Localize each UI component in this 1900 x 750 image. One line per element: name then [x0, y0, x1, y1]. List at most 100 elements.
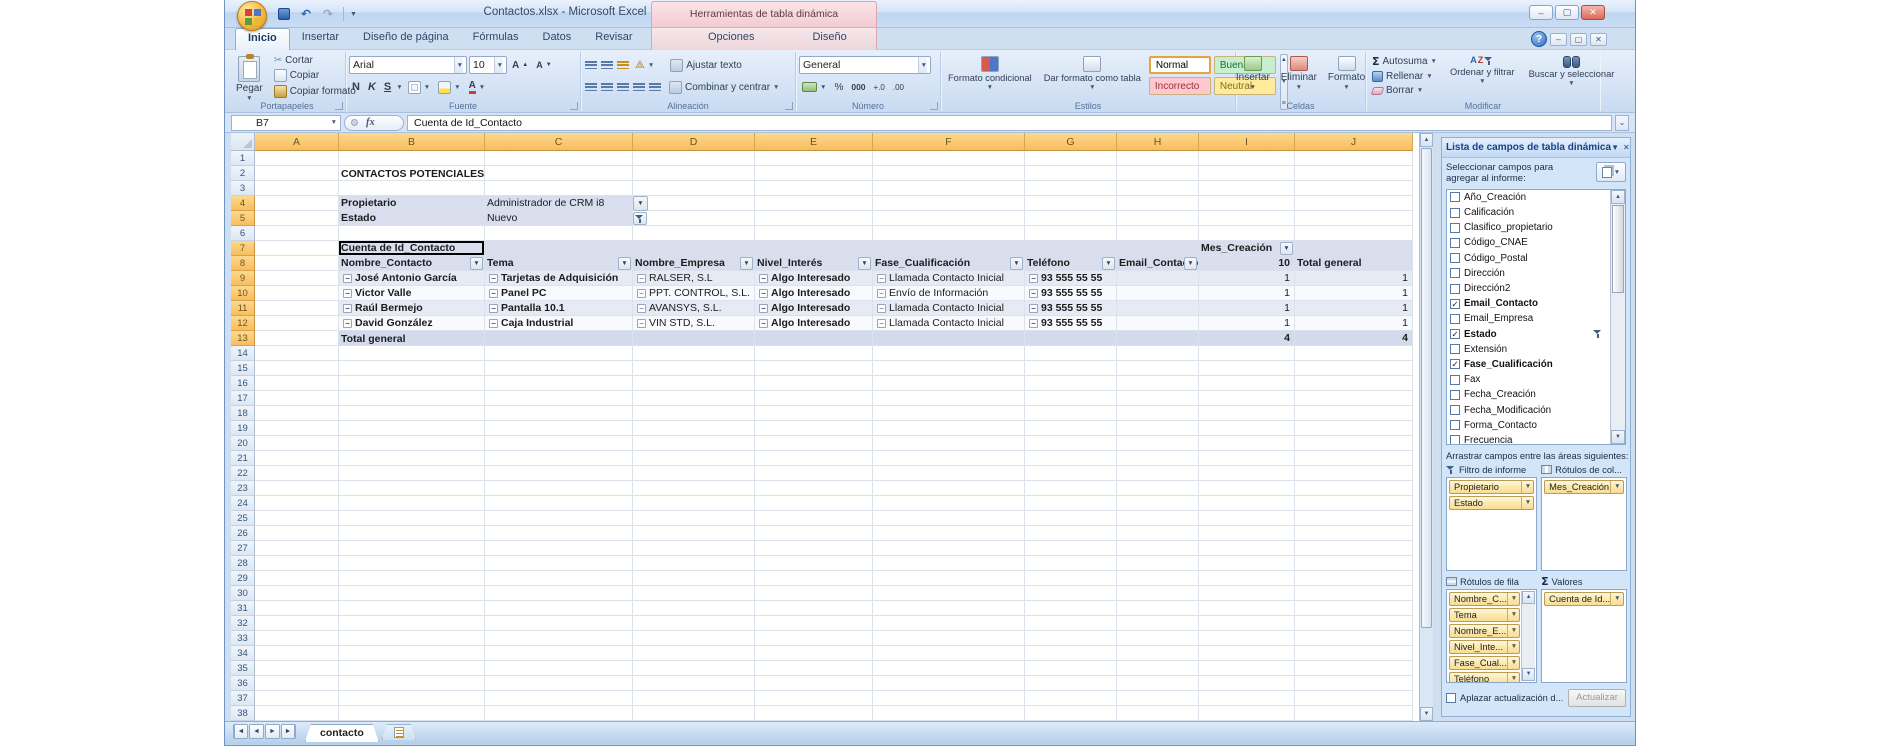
cell[interactable]: [1295, 151, 1413, 166]
cell[interactable]: [255, 541, 339, 556]
pill-dropdown-icon[interactable]: ▼: [1610, 593, 1620, 605]
pivot-data-cell[interactable]: [1117, 301, 1199, 316]
cell[interactable]: [485, 151, 633, 166]
cell[interactable]: [873, 421, 1025, 436]
accounting-format-button[interactable]: ▼: [799, 81, 829, 93]
row-header[interactable]: 6: [231, 226, 255, 241]
cell[interactable]: [873, 706, 1025, 721]
cell[interactable]: [633, 346, 755, 361]
cell[interactable]: [1025, 211, 1117, 226]
cell[interactable]: [255, 691, 339, 706]
cell[interactable]: [339, 676, 485, 691]
scroll-thumb[interactable]: [1421, 148, 1432, 628]
pivot-data-cell[interactable]: −Envío de Información: [873, 286, 1025, 301]
cell[interactable]: [255, 526, 339, 541]
percent-button[interactable]: %: [831, 81, 846, 94]
pivot-data-cell[interactable]: −RALSER, S.L: [633, 271, 755, 286]
cell[interactable]: [1025, 616, 1117, 631]
cell[interactable]: [633, 331, 755, 346]
field-list-item[interactable]: Dirección2: [1447, 281, 1625, 296]
cell[interactable]: [255, 181, 339, 196]
cell[interactable]: [255, 601, 339, 616]
cell[interactable]: [255, 376, 339, 391]
cell[interactable]: [255, 151, 339, 166]
cell[interactable]: [1117, 706, 1199, 721]
cell[interactable]: [1295, 241, 1413, 256]
cell[interactable]: [755, 421, 873, 436]
cell[interactable]: [1199, 436, 1295, 451]
fill-color-button[interactable]: ▼: [435, 80, 463, 95]
cell[interactable]: [339, 571, 485, 586]
cell[interactable]: [873, 526, 1025, 541]
total-general-cell[interactable]: Total general: [339, 331, 485, 346]
cell[interactable]: [1199, 616, 1295, 631]
ribbon-tab[interactable]: Insertar: [290, 28, 351, 50]
cell[interactable]: [633, 571, 755, 586]
pivot-data-cell[interactable]: −Algo Interesado: [755, 301, 873, 316]
cell[interactable]: [1295, 226, 1413, 241]
cell[interactable]: [339, 526, 485, 541]
cell[interactable]: [1199, 406, 1295, 421]
field-pill[interactable]: Nivel_Inte...▼: [1449, 640, 1520, 654]
cell[interactable]: [255, 226, 339, 241]
clear-button[interactable]: Borrar▼: [1369, 84, 1440, 97]
cell[interactable]: [873, 361, 1025, 376]
qat-customize-icon[interactable]: ▼: [350, 11, 357, 18]
cell[interactable]: [1295, 706, 1413, 721]
cell[interactable]: [339, 421, 485, 436]
cell[interactable]: [755, 196, 873, 211]
pivot-value-cell[interactable]: 1: [1199, 316, 1295, 331]
cell[interactable]: [255, 391, 339, 406]
column-header[interactable]: F: [873, 133, 1025, 151]
decrease-decimal-button[interactable]: .00: [890, 82, 907, 93]
cell[interactable]: [873, 226, 1025, 241]
cell[interactable]: [755, 706, 873, 721]
cell[interactable]: [1295, 496, 1413, 511]
cell[interactable]: [255, 346, 339, 361]
cell[interactable]: [1117, 166, 1199, 181]
cell[interactable]: [1025, 361, 1117, 376]
cell[interactable]: [1025, 526, 1117, 541]
cell[interactable]: [255, 316, 339, 331]
cell[interactable]: [1199, 421, 1295, 436]
cell[interactable]: [633, 706, 755, 721]
cell[interactable]: [1117, 631, 1199, 646]
pane-menu-icon[interactable]: ▼: [1611, 143, 1619, 152]
cell[interactable]: [339, 151, 485, 166]
cell[interactable]: [633, 526, 755, 541]
cell[interactable]: [1199, 466, 1295, 481]
cell[interactable]: [255, 661, 339, 676]
italic-button[interactable]: K: [365, 80, 379, 94]
cell[interactable]: [873, 511, 1025, 526]
pivot-header-cell[interactable]: 10: [1199, 256, 1295, 271]
cell[interactable]: [755, 241, 873, 256]
cell[interactable]: [1199, 511, 1295, 526]
field-list-item[interactable]: ✓Fase_Cualificación: [1447, 357, 1625, 372]
cell[interactable]: [255, 706, 339, 721]
cell[interactable]: [1025, 541, 1117, 556]
cell[interactable]: [873, 661, 1025, 676]
values-box[interactable]: Cuenta de Id...▼: [1541, 589, 1626, 683]
collapse-icon[interactable]: −: [489, 274, 498, 283]
cell[interactable]: [255, 421, 339, 436]
cell[interactable]: [755, 481, 873, 496]
cell[interactable]: [1295, 361, 1413, 376]
cell[interactable]: [755, 646, 873, 661]
cell[interactable]: [1025, 496, 1117, 511]
cell[interactable]: [1295, 631, 1413, 646]
next-sheet-icon[interactable]: ►: [265, 724, 280, 739]
cell[interactable]: [633, 466, 755, 481]
format-as-table-button[interactable]: Dar formato como tabla▼: [1040, 54, 1145, 93]
row-header[interactable]: 27: [231, 541, 255, 556]
cell[interactable]: [1117, 361, 1199, 376]
cell[interactable]: [755, 511, 873, 526]
field-list-item[interactable]: Fax: [1447, 372, 1625, 387]
cell[interactable]: [755, 691, 873, 706]
cell[interactable]: [1199, 496, 1295, 511]
pivot-data-cell[interactable]: [1117, 316, 1199, 331]
cell[interactable]: [1025, 661, 1117, 676]
pivot-data-cell[interactable]: −Pantalla 10.1: [485, 301, 633, 316]
cell[interactable]: [1199, 391, 1295, 406]
row-header[interactable]: 14: [231, 346, 255, 361]
cell-style-normal[interactable]: Normal: [1149, 56, 1211, 74]
